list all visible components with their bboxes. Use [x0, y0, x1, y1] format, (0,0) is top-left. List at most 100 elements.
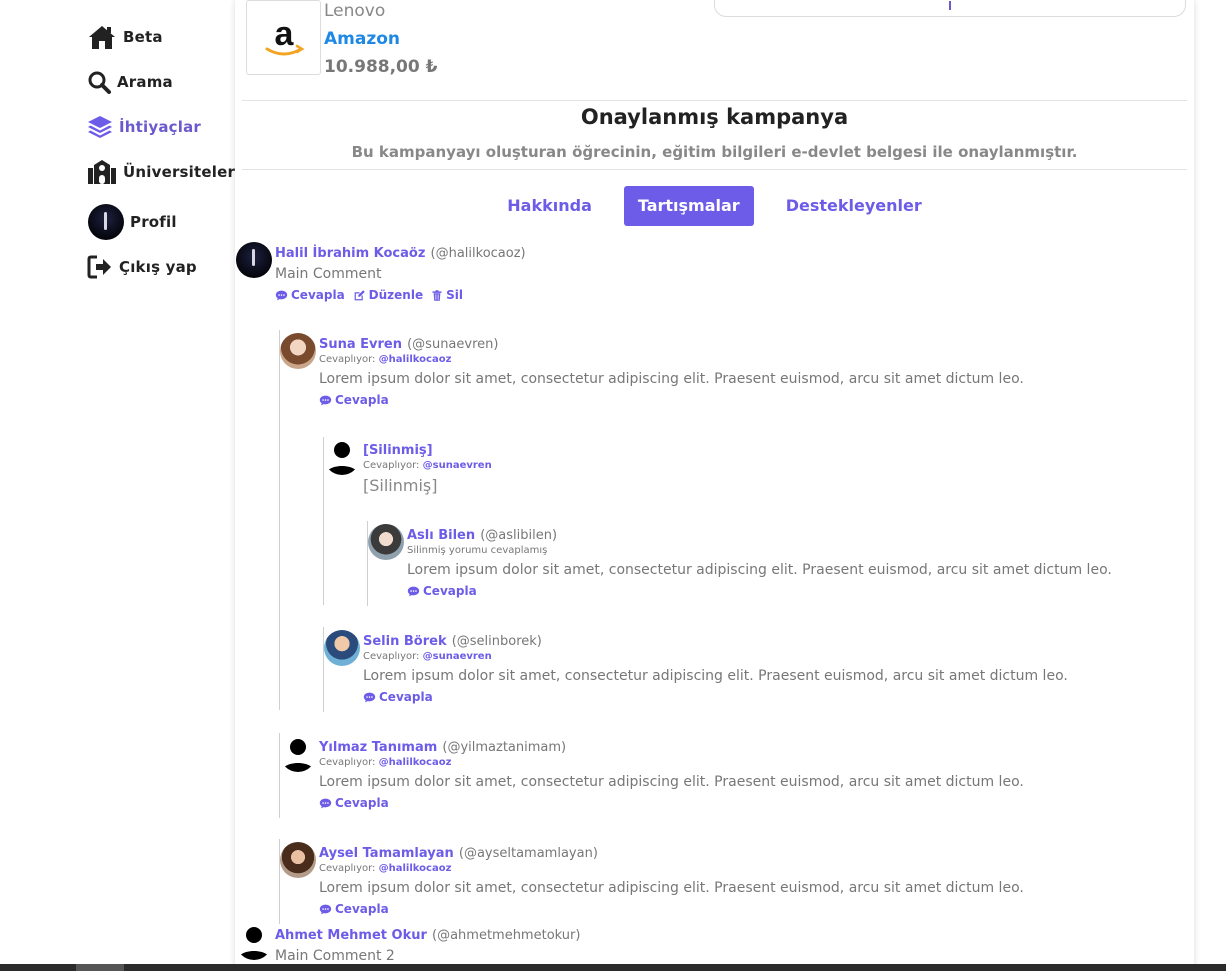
search-icon — [87, 67, 111, 97]
reply-to-user[interactable]: @sunaevren — [423, 460, 492, 471]
comment-text: Lorem ipsum dolor sit amet, consectetur … — [319, 371, 1024, 387]
comment-handle: (@yilmaztanimam) — [442, 740, 567, 755]
avatar — [236, 242, 272, 278]
avatar — [280, 333, 316, 369]
edit-label: Düzenle — [368, 288, 424, 302]
reply-to-user[interactable]: @halilkocaoz — [379, 757, 452, 768]
tab-discussions[interactable]: Tartışmalar — [623, 186, 754, 226]
reply-label: Cevapla — [335, 393, 389, 407]
reply-to-user[interactable]: @sunaevren — [423, 651, 492, 662]
comment-author[interactable]: Ahmet Mehmet Okur — [275, 928, 427, 943]
sidebar: Beta Arama İhtiyaçlar Üniversiteler Prof… — [0, 0, 235, 971]
comment-handle: (@selinborek) — [451, 634, 542, 649]
sidebar-item-search[interactable]: Arama — [87, 67, 173, 97]
horizontal-scrollbar[interactable] — [0, 964, 1226, 971]
layers-icon — [87, 112, 113, 142]
comment-handle: (@aslibilen) — [480, 528, 558, 543]
chat-icon — [319, 394, 332, 407]
chat-icon — [407, 585, 420, 598]
reply-button[interactable]: Cevapla — [319, 796, 389, 810]
reply-to: Cevaplıyor: @halilkocaoz — [319, 354, 452, 365]
comment-actions: Cevapla — [319, 393, 1024, 407]
comment-author[interactable]: Aslı Bilen — [407, 528, 475, 543]
avatar — [368, 524, 404, 560]
comment-actions: Cevapla — [319, 796, 1024, 810]
reply-label: Cevapla — [335, 796, 389, 810]
avatar — [280, 842, 316, 878]
thread-line — [279, 733, 280, 818]
chat-icon — [275, 289, 288, 302]
divider — [242, 100, 1187, 101]
delete-button[interactable]: Sil — [431, 288, 463, 302]
reply-label: Cevapla — [379, 690, 433, 704]
sidebar-item-home[interactable]: Beta — [87, 22, 163, 52]
product-brand: Lenovo — [324, 1, 386, 21]
chat-icon — [319, 903, 332, 916]
reply-button[interactable]: Cevapla — [363, 690, 433, 704]
comment-author[interactable]: Halil İbrahim Kocaöz — [275, 246, 425, 261]
reply-to-user[interactable]: @halilkocaoz — [379, 863, 452, 874]
amazon-logo: a — [246, 0, 321, 75]
comment-actions: Cevapla Düzenle Sil — [275, 288, 526, 302]
reply-to: Cevaplıyor: @sunaevren — [363, 460, 492, 471]
delete-label: Sil — [446, 288, 463, 302]
product-store-link[interactable]: Amazon — [324, 29, 400, 49]
sidebar-item-label: Çıkış yap — [119, 258, 197, 276]
reply-button[interactable]: Cevapla — [319, 393, 389, 407]
sidebar-item-universities[interactable]: Üniversiteler — [87, 157, 235, 187]
product-price: 10.988,00 ₺ — [324, 57, 438, 77]
comment-author[interactable]: Suna Evren — [319, 337, 402, 352]
avatar — [324, 630, 360, 666]
thread-line — [323, 627, 324, 712]
avatar — [88, 204, 124, 240]
divider — [242, 169, 1187, 170]
comment-actions: Cevapla — [363, 690, 1068, 704]
sidebar-item-label: Profil — [130, 213, 177, 231]
scrollbar-thumb[interactable] — [76, 964, 124, 971]
sidebar-item-profile[interactable]: Profil — [88, 204, 177, 240]
edit-icon — [353, 289, 366, 302]
tab-about[interactable]: Hakkında — [493, 186, 606, 226]
comment-text: Main Comment 2 — [275, 948, 395, 964]
comment-handle: (@ahmetmehmetokur) — [432, 928, 581, 943]
reply-to-user[interactable]: @halilkocaoz — [379, 354, 452, 365]
tab-supporters[interactable]: Destekleyenler — [772, 186, 936, 226]
reply-label: Cevapla — [291, 288, 345, 302]
campaign-card: a Lenovo Amazon 10.988,00 ₺ Onaylanmış k… — [235, 0, 1194, 971]
reply-label: Cevapla — [423, 584, 477, 598]
comment-handle: (@halilkocaoz) — [430, 246, 526, 261]
avatar — [280, 736, 316, 772]
comment-actions: Cevapla — [407, 584, 1112, 598]
sidebar-item-label: Arama — [117, 73, 173, 91]
tab-bar: Hakkında Tartışmalar Destekleyenler — [235, 186, 1194, 226]
comment-author[interactable]: Aysel Tamamlayan — [319, 846, 454, 861]
reply-button[interactable]: Cevapla — [407, 584, 477, 598]
thread-line — [367, 521, 368, 606]
comment-author[interactable]: [Silinmiş] — [363, 443, 433, 458]
reply-button[interactable]: Cevapla — [319, 902, 389, 916]
reply-to: Cevaplıyor: @halilkocaoz — [319, 757, 452, 768]
sidebar-item-needs[interactable]: İhtiyaçlar — [87, 112, 201, 142]
reply-to: Cevaplıyor: @halilkocaoz — [319, 863, 452, 874]
avatar — [324, 439, 360, 475]
sidebar-item-label: Üniversiteler — [123, 163, 236, 181]
comment-text: Lorem ipsum dolor sit amet, consectetur … — [319, 880, 1024, 896]
reply-button[interactable]: Cevapla — [275, 288, 345, 302]
comment-actions: Cevapla — [319, 902, 1024, 916]
edit-button[interactable]: Düzenle — [353, 288, 423, 302]
sidebar-item-label: İhtiyaçlar — [119, 118, 202, 136]
comment-handle: (@sunaevren) — [407, 337, 499, 352]
comment-author[interactable]: Selin Börek — [363, 634, 447, 649]
comment-text: [Silinmiş] — [363, 476, 438, 495]
comment-text: Lorem ipsum dolor sit amet, consectetur … — [407, 562, 1112, 578]
thread-line — [279, 839, 280, 924]
sign-out-icon — [87, 252, 113, 282]
svg-text:a: a — [274, 15, 294, 53]
progress-box — [714, 0, 1186, 17]
sidebar-item-logout[interactable]: Çıkış yap — [87, 252, 197, 282]
home-icon — [87, 22, 117, 52]
sidebar-item-label: Beta — [123, 28, 163, 46]
trash-icon — [431, 289, 443, 302]
avatar — [236, 924, 272, 960]
comment-author[interactable]: Yılmaz Tanımam — [319, 740, 437, 755]
